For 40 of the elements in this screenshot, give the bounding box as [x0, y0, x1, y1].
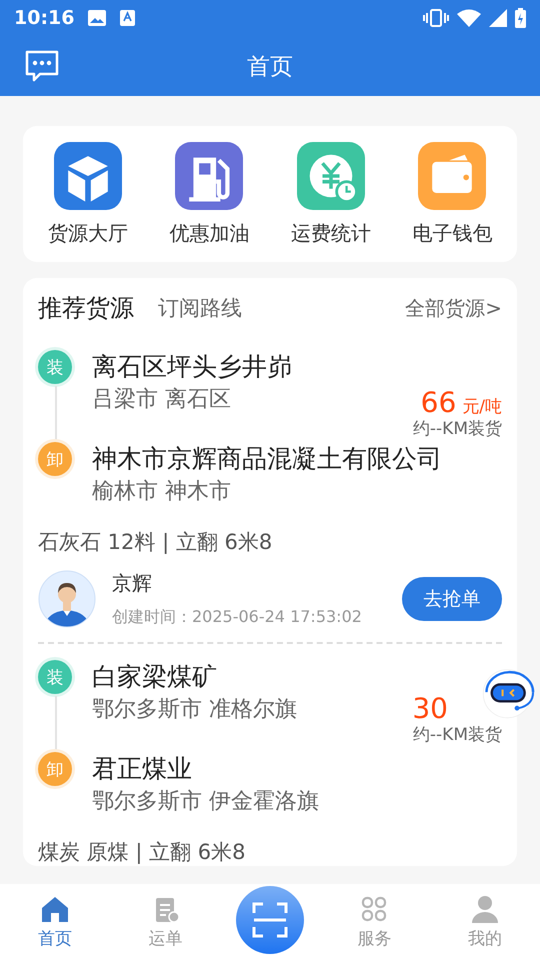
- unload-badge: 卸: [38, 442, 72, 476]
- unload-badge: 卸: [38, 752, 72, 786]
- all-sources-link[interactable]: 全部货源>: [405, 294, 502, 322]
- page-title: 首页: [247, 52, 293, 82]
- image-icon: [88, 10, 106, 26]
- distance-text: 约--KM装货: [412, 724, 502, 746]
- chat-icon[interactable]: [24, 50, 60, 82]
- section-tab[interactable]: 订阅路线: [158, 294, 242, 322]
- place-name: 神木市京辉商品混凝土有限公司: [92, 443, 442, 475]
- place-name: 君正煤业: [92, 753, 193, 785]
- shortcut-button[interactable]: 货源大厅: [48, 142, 128, 246]
- cargo-text: 石灰石 12料 | 立翻 6米8: [38, 529, 274, 556]
- avatar: [38, 570, 96, 628]
- vibrate-icon: [423, 8, 449, 28]
- shortcut-button[interactable]: 运费统计: [290, 142, 371, 246]
- region-text: 吕梁市 离石区: [92, 386, 232, 414]
- load-badge: 装: [38, 350, 72, 384]
- wifi-icon: [457, 9, 481, 27]
- region-text: 榆林市 神木市: [92, 478, 232, 506]
- nav-tab[interactable]: 首页: [15, 893, 96, 950]
- shipper-name: 京辉: [112, 570, 153, 597]
- load-badge: 装: [38, 660, 72, 694]
- place-name: 离石区坪头乡井峁: [92, 351, 292, 383]
- battery-icon: [515, 8, 526, 28]
- region-text: 鄂尔多斯市 准格尔旗: [92, 696, 297, 724]
- scan-icon: [250, 901, 289, 939]
- cargo-text: 煤炭 原煤 | 立翻 6米8: [38, 839, 246, 866]
- grab-order-button[interactable]: 去抢单: [402, 577, 502, 621]
- clock: 10:16: [14, 7, 74, 29]
- freight-price: 66 元/吨: [420, 388, 502, 419]
- freight-price: 30: [412, 694, 449, 725]
- notification-icon: [120, 10, 136, 26]
- signal-icon: [489, 9, 507, 27]
- section-tab[interactable]: 推荐货源: [38, 292, 134, 324]
- place-name: 白家梁煤矿: [92, 661, 218, 693]
- distance-text: 约--KM装货: [412, 418, 502, 440]
- shortcut-button[interactable]: 优惠加油: [169, 142, 250, 246]
- created-time: 创建时间：2025-06-24 17:53:02: [112, 607, 362, 628]
- region-text: 鄂尔多斯市 伊金霍洛旗: [92, 788, 319, 816]
- shortcut-button[interactable]: 电子钱包: [412, 142, 492, 246]
